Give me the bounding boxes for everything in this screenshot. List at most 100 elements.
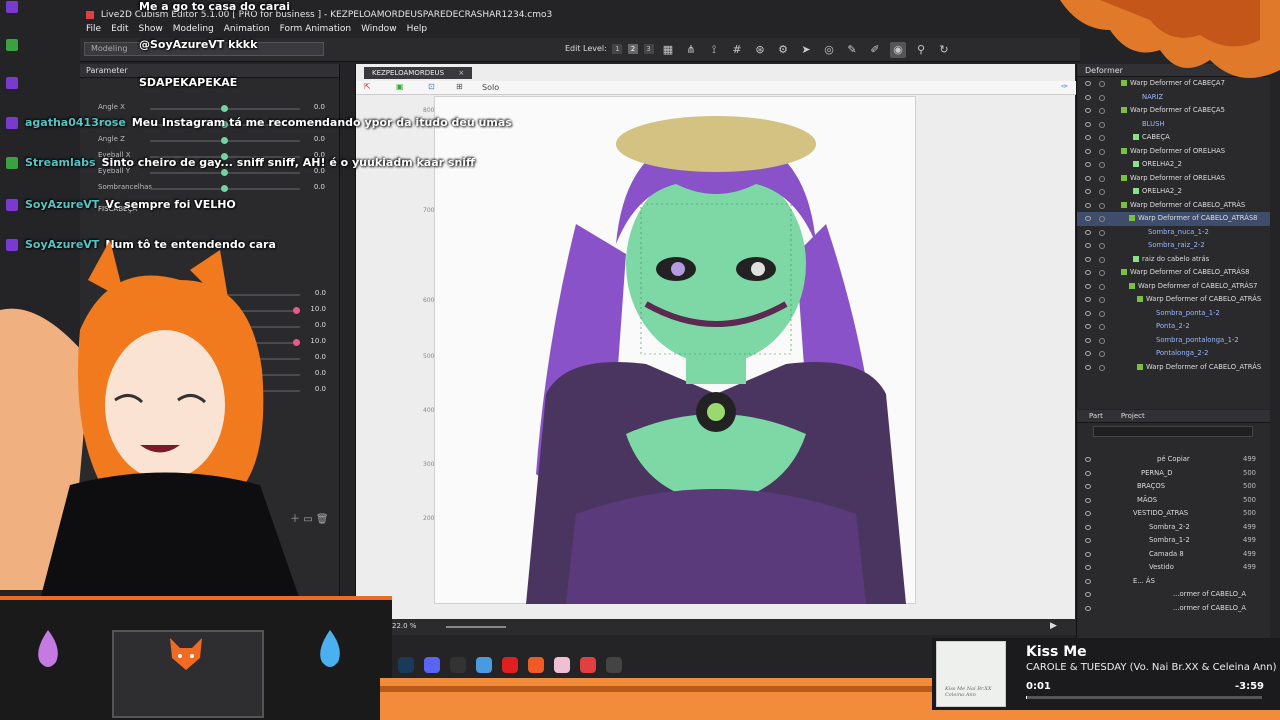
lock-toggle-icon[interactable] [1099,216,1105,222]
part-item[interactable]: Sombra_1-2 499 [1077,534,1270,548]
visibility-eye-icon[interactable] [1085,175,1091,181]
visibility-eye-icon[interactable] [1085,94,1091,100]
visibility-eye-icon[interactable] [1085,135,1091,140]
visibility-eye-icon[interactable] [1085,108,1091,113]
deformer-item[interactable]: Warp Deformer of CABELO_ATRÁS [1077,293,1270,307]
visibility-eye-icon[interactable] [1085,243,1091,248]
part-item[interactable]: pé Copiar 499 [1077,453,1270,467]
obs-icon[interactable] [450,657,466,673]
lock-toggle-icon[interactable] [1099,270,1105,276]
deformer-item[interactable]: Sombra_pontalonga_1-2 [1077,334,1270,348]
deformer-item[interactable]: CABEÇA [1077,131,1270,145]
deformer-item[interactable]: Sombra_raiz_2-2 [1077,239,1270,253]
glue-icon[interactable]: ⟟ [706,42,722,58]
live2d-icon[interactable] [580,657,596,673]
arrow-select-icon[interactable]: ➤ [798,42,814,58]
lock-toggle-icon[interactable] [1099,94,1105,101]
visibility-eye-icon[interactable] [1085,297,1091,302]
lock-toggle-icon[interactable] [1099,148,1105,155]
visibility-eye-icon[interactable] [1085,470,1091,476]
lock-toggle-icon[interactable] [1099,324,1105,330]
visibility-eye-icon[interactable] [1085,337,1091,343]
part-search-input[interactable] [1093,426,1253,437]
part-item[interactable]: PERNA_D 500 [1077,467,1270,481]
deformer-item[interactable]: BLUSH [1077,118,1270,132]
rotation-icon[interactable]: ⊛ [752,42,768,58]
brush-icon[interactable]: ✎ [844,42,860,58]
visibility-eye-icon[interactable] [1085,605,1091,611]
eye-toggle-icon[interactable]: ◉ [890,42,906,58]
zoom-level[interactable]: 22.0 % [392,622,416,630]
deformer-icon[interactable]: ⋔ [683,42,699,58]
lock-toggle-icon[interactable] [1099,162,1105,168]
visibility-eye-icon[interactable] [1085,497,1091,503]
visibility-eye-icon[interactable] [1085,148,1091,154]
grid-icon[interactable]: # [729,42,745,58]
steam-icon[interactable] [398,657,414,673]
visibility-eye-icon[interactable] [1085,189,1091,194]
part-item[interactable]: ...ormer of CABELO_A [1077,588,1270,602]
tool-app-icon[interactable] [606,657,622,673]
visibility-eye-icon[interactable] [1085,283,1091,289]
visibility-eye-icon[interactable] [1085,578,1091,584]
visibility-eye-icon[interactable] [1085,324,1091,329]
lasso-icon[interactable]: ◎ [821,42,837,58]
lock-toggle-icon[interactable] [1099,229,1105,236]
visibility-eye-icon[interactable] [1085,162,1091,167]
lock-toggle-icon[interactable] [1099,243,1105,249]
visibility-eye-icon[interactable] [1085,351,1091,356]
part-item[interactable]: Vestido 499 [1077,561,1270,575]
physics-icon[interactable]: ⚙ [775,42,791,58]
visibility-eye-icon[interactable] [1085,484,1091,489]
lock-toggle-icon[interactable] [1099,135,1105,141]
pin-icon[interactable]: ⚲ [913,42,929,58]
visibility-eye-icon[interactable] [1085,121,1091,127]
visibility-eye-icon[interactable] [1085,310,1091,316]
lock-toggle-icon[interactable] [1099,121,1105,128]
lock-toggle-icon[interactable] [1099,351,1105,357]
part-item[interactable]: Sombra_2-2 499 [1077,521,1270,535]
deformer-item[interactable]: Warp Deformer of CABELO_ATRÁS [1077,361,1270,375]
part-item[interactable]: MÃOS 500 [1077,494,1270,508]
lock-toggle-icon[interactable] [1099,310,1105,317]
character-model[interactable] [506,94,926,604]
deformer-item[interactable]: NARIZ [1077,91,1270,105]
visibility-eye-icon[interactable] [1085,270,1091,275]
deformer-item[interactable]: Warp Deformer of CABELO_ATRÁS8 [1077,266,1270,280]
brave-icon[interactable] [528,657,544,673]
lock-toggle-icon[interactable] [1099,256,1105,263]
deformer-item[interactable]: Pontalonga_2-2 [1077,347,1270,361]
part-item[interactable]: VESTIDO_ATRAS 500 [1077,507,1270,521]
part-item[interactable]: E... ÁS [1077,575,1270,589]
part-item[interactable]: BRAÇOS 500 [1077,480,1270,494]
visibility-eye-icon[interactable] [1085,202,1091,208]
deformer-item[interactable]: Warp Deformer of ORELHAS [1077,145,1270,159]
zoom-slider[interactable] [446,626,506,628]
visibility-eye-icon[interactable] [1085,592,1091,597]
deformer-item[interactable]: Ponta_2-2 [1077,320,1270,334]
deformer-item[interactable]: ORELHA2_2 [1077,185,1270,199]
visibility-eye-icon[interactable] [1085,565,1091,570]
deformer-item[interactable]: Warp Deformer of CABELO_ATRÁS [1077,199,1270,213]
deformer-item[interactable]: ORELHA2_2 [1077,158,1270,172]
deformer-item[interactable]: Warp Deformer of CABELO_ATRÁS8 [1077,212,1270,226]
photos-icon[interactable] [554,657,570,673]
visibility-eye-icon[interactable] [1085,457,1091,462]
visibility-eye-icon[interactable] [1085,524,1091,530]
visibility-eye-icon[interactable] [1085,256,1091,262]
pen-icon[interactable]: ✐ [867,42,883,58]
chat-username[interactable]: Streamlabs [25,156,96,169]
edit-level-1[interactable]: 1 [612,44,623,54]
discord-icon[interactable] [424,657,440,673]
deformer-item[interactable]: Warp Deformer of CABELO_ATRÁS7 [1077,280,1270,294]
play-icon[interactable]: ▶ [1050,621,1057,631]
visibility-eye-icon[interactable] [1085,364,1091,370]
visibility-eye-icon[interactable] [1085,538,1091,543]
lock-toggle-icon[interactable] [1099,297,1105,303]
youtube-icon[interactable] [502,657,518,673]
deformer-item[interactable]: raiz do cabelo atrás [1077,253,1270,267]
lock-toggle-icon[interactable] [1099,175,1105,182]
lock-toggle-icon[interactable] [1099,337,1105,344]
chat-username[interactable]: agatha0413rose [25,116,126,129]
lock-toggle-icon[interactable] [1099,202,1105,209]
